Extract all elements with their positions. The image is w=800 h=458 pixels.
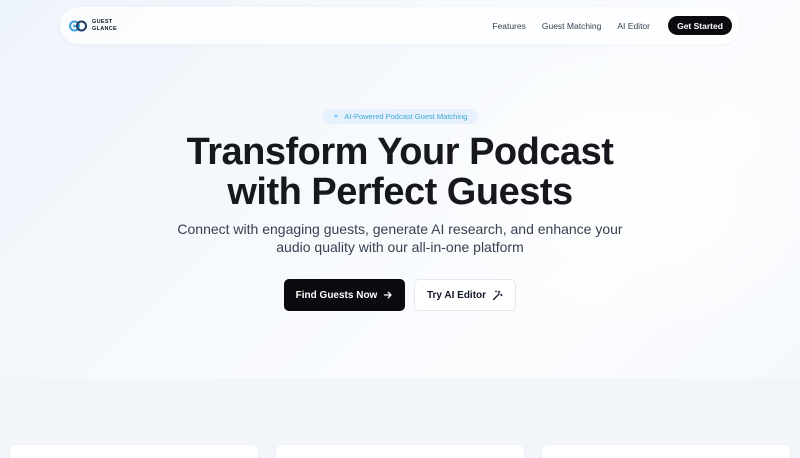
sparkle-icon: ✦ (332, 112, 340, 121)
feature-card (542, 445, 790, 458)
hero-title-line-2: with Perfect Guests (227, 171, 573, 213)
top-navbar: GUEST GLANCE Features Guest Matching AI … (60, 7, 740, 44)
hero-title-line-1: Transform Your Podcast (186, 131, 614, 173)
feature-card (10, 445, 258, 458)
find-guests-button[interactable]: Find Guests Now (284, 279, 405, 311)
hero-title: Transform Your Podcast with Perfect Gues… (0, 132, 800, 212)
feature-card (276, 445, 524, 458)
logo-line-2: GLANCE (92, 25, 118, 32)
logo-text: GUEST GLANCE (92, 19, 122, 32)
logo[interactable]: GUEST GLANCE (68, 18, 122, 34)
try-ai-editor-button[interactable]: Try AI Editor (414, 279, 516, 311)
nav-link-features[interactable]: Features (492, 21, 526, 31)
try-ai-editor-label: Try AI Editor (426, 289, 487, 301)
hero-badge-label: AI-Powered Podcast Guest Matching (344, 112, 468, 121)
find-guests-label: Find Guests Now (295, 289, 378, 301)
hero-subtitle-line-1: Connect with engaging guests, generate A… (177, 221, 623, 237)
hero-subtitle-line-2: audio quality with our all-in-one platfo… (276, 239, 524, 255)
magic-wand-icon (492, 289, 503, 300)
interlocking-rings-icon (69, 20, 87, 31)
nav-link-ai-editor[interactable]: AI Editor (617, 21, 650, 31)
hero-subtitle: Connect with engaging guests, generate A… (0, 220, 800, 256)
nav-link-guest-matching[interactable]: Guest Matching (542, 21, 602, 31)
nav-links: Features Guest Matching AI Editor Get St… (492, 16, 732, 35)
arrow-right-icon (384, 291, 392, 299)
hero-badge: ✦ AI-Powered Podcast Guest Matching (322, 109, 478, 124)
get-started-button[interactable]: Get Started (668, 16, 732, 35)
